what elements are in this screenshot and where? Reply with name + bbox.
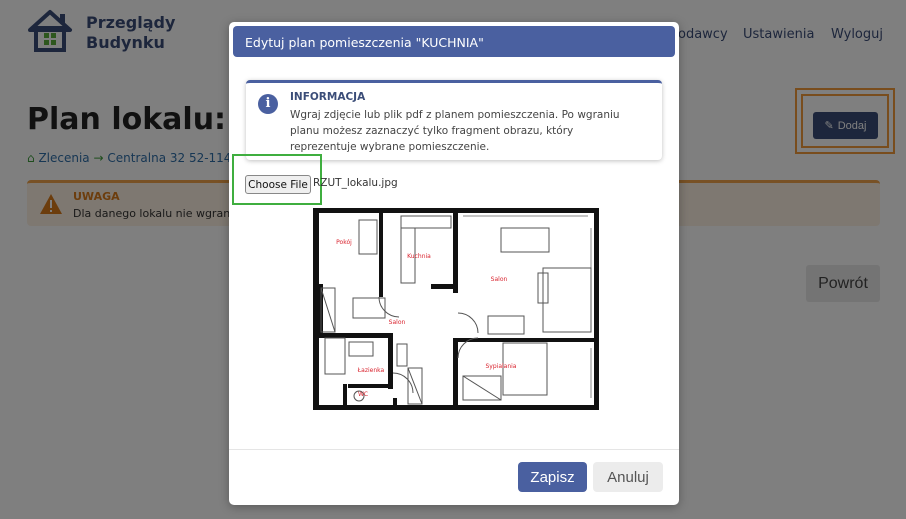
room-label-sypialnia: Sypialania (485, 363, 516, 370)
modal-footer-divider (229, 449, 679, 450)
choose-file-button[interactable]: Choose File (245, 175, 311, 194)
modal-title: Edytuj plan pomieszczenia "KUCHNIA" (233, 26, 675, 57)
edit-plan-modal: Edytuj plan pomieszczenia "KUCHNIA" i IN… (229, 22, 679, 505)
room-label-salon-center: Salon (389, 319, 406, 326)
floor-plan-image[interactable]: Pokój Kuchnia Salon Salon Łazienka Sypia… (313, 208, 599, 410)
room-label-lazienka: Łazienka (357, 367, 385, 374)
info-title: INFORMACJA (290, 91, 366, 103)
cancel-button[interactable]: Anuluj (593, 462, 663, 492)
info-icon: i (258, 94, 278, 114)
save-button[interactable]: Zapisz (518, 462, 587, 492)
room-label-pokoj: Pokój (336, 239, 352, 246)
room-label-kuchnia: Kuchnia (407, 253, 431, 260)
selected-file-name: RZUT_lokalu.jpg (313, 177, 398, 189)
room-label-wc: WC (358, 391, 368, 398)
info-box: i INFORMACJA Wgraj zdjęcie lub plik pdf … (246, 80, 662, 160)
info-text: Wgraj zdjęcie lub plik pdf z planem pomi… (290, 109, 620, 153)
room-label-salon-right: Salon (491, 276, 508, 283)
